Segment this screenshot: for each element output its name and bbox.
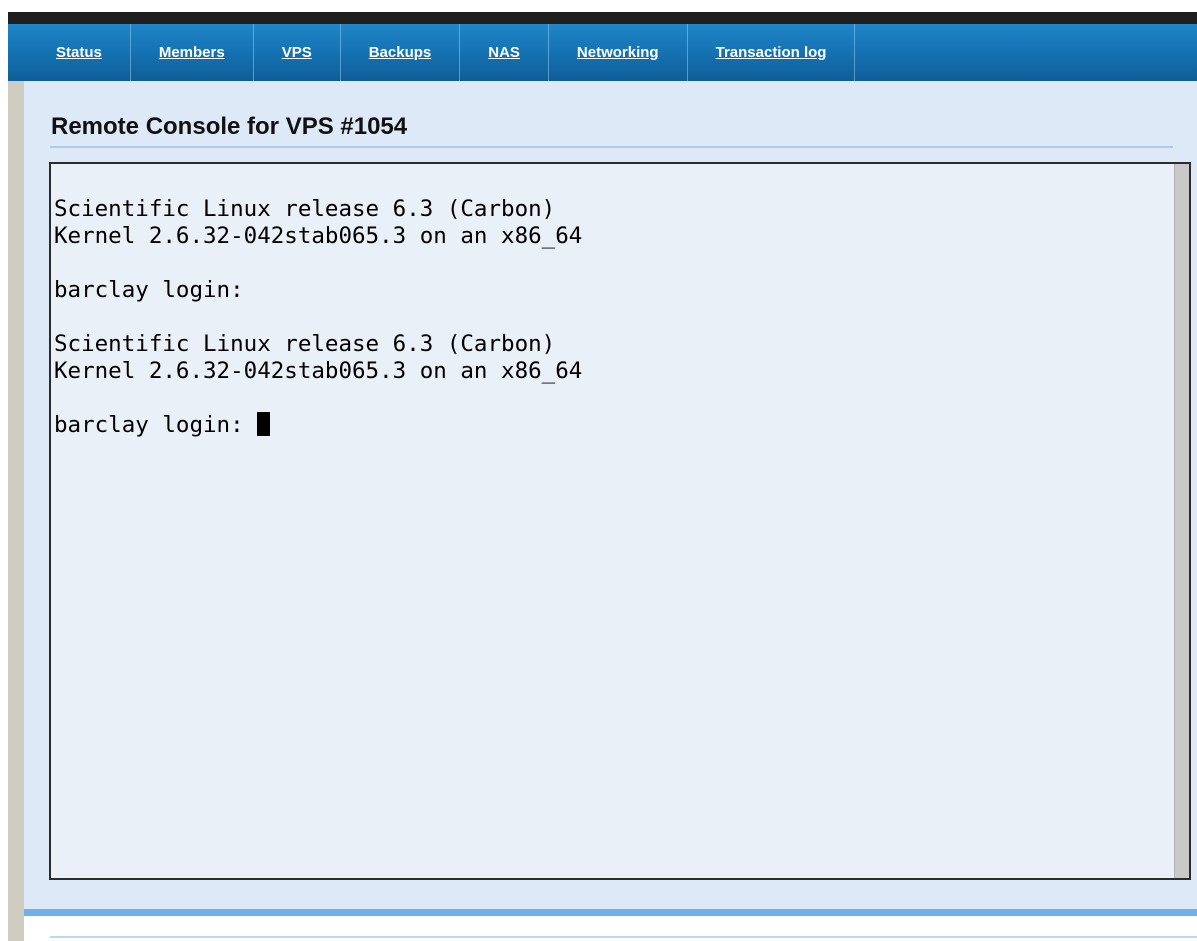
page-title: Remote Console for VPS #1054 bbox=[51, 113, 408, 140]
nav-item-backups[interactable]: Backups bbox=[341, 24, 461, 81]
nav-label[interactable]: Members bbox=[159, 44, 225, 61]
nav-item-status[interactable]: Status bbox=[8, 24, 131, 81]
top-strip bbox=[8, 12, 1197, 24]
console-line: barclay login: bbox=[54, 277, 244, 303]
console-line: Scientific Linux release 6.3 (Carbon) bbox=[54, 196, 556, 222]
footer-accent-bar bbox=[24, 909, 1197, 916]
console-scrollbar[interactable] bbox=[1174, 164, 1189, 878]
nav-label[interactable]: VPS bbox=[282, 44, 312, 61]
nav-label[interactable]: Status bbox=[56, 44, 102, 61]
title-divider bbox=[50, 146, 1173, 148]
nav-item-networking[interactable]: Networking bbox=[549, 24, 688, 81]
console-line: barclay login: bbox=[54, 412, 258, 438]
nav-item-transaction-log[interactable]: Transaction log bbox=[688, 24, 856, 81]
nav-item-nas[interactable]: NAS bbox=[460, 24, 549, 81]
remote-console-terminal[interactable]: Scientific Linux release 6.3 (Carbon) Ke… bbox=[49, 162, 1191, 880]
nav-label[interactable]: Backups bbox=[369, 44, 432, 61]
nav-item-members[interactable]: Members bbox=[131, 24, 254, 81]
nav-item-vps[interactable]: VPS bbox=[254, 24, 341, 81]
nav-label[interactable]: Networking bbox=[577, 44, 659, 61]
left-rail bbox=[8, 81, 24, 941]
console-line: Scientific Linux release 6.3 (Carbon) bbox=[54, 331, 556, 357]
content-area: Remote Console for VPS #1054 Scientific … bbox=[24, 81, 1197, 909]
page: Status Members VPS Backups NAS Networkin… bbox=[0, 0, 1197, 941]
footer-divider bbox=[50, 936, 1197, 938]
console-line: Kernel 2.6.32-042stab065.3 on an x86_64 bbox=[54, 358, 583, 384]
nav-label[interactable]: Transaction log bbox=[716, 44, 827, 61]
terminal-cursor bbox=[257, 412, 271, 436]
console-line: Kernel 2.6.32-042stab065.3 on an x86_64 bbox=[54, 223, 583, 249]
main-nav: Status Members VPS Backups NAS Networkin… bbox=[8, 24, 1197, 81]
footer bbox=[24, 916, 1197, 941]
console-output[interactable]: Scientific Linux release 6.3 (Carbon) Ke… bbox=[54, 196, 582, 439]
nav-label[interactable]: NAS bbox=[488, 44, 520, 61]
